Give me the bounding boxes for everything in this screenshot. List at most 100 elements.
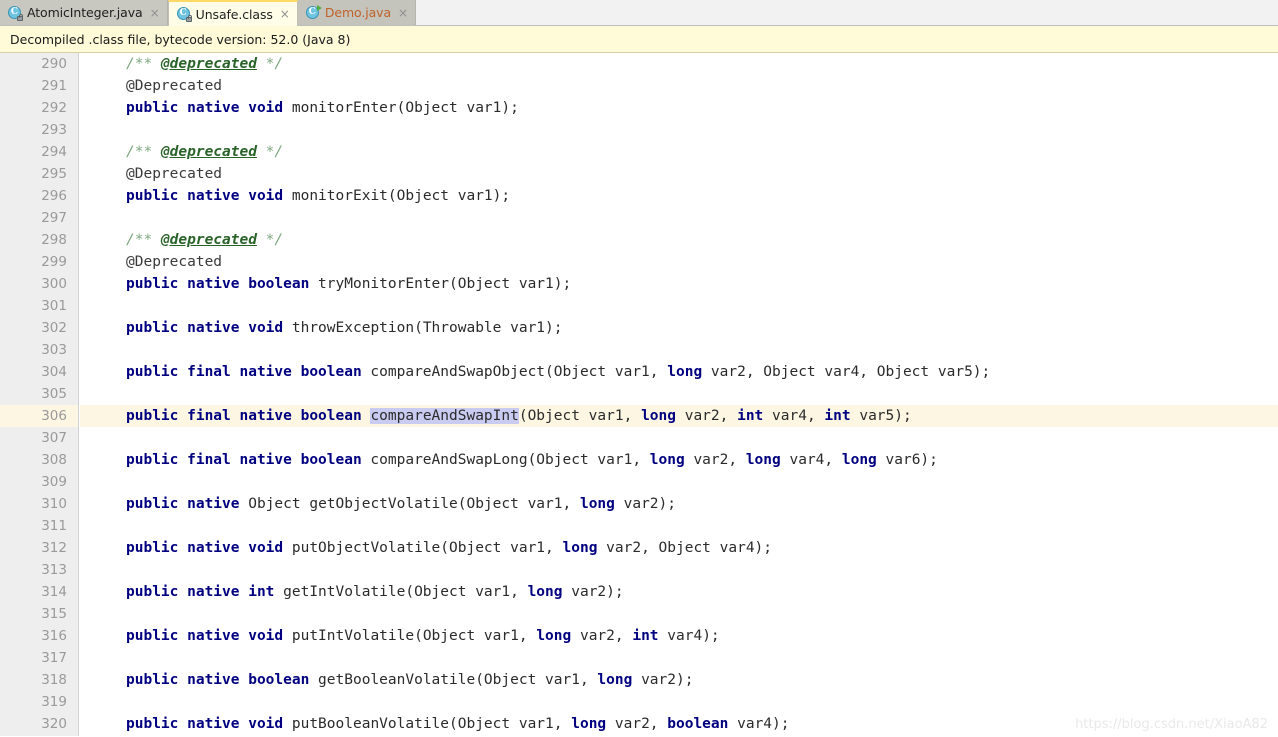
line-number[interactable]: 310 bbox=[0, 493, 78, 515]
code-token: var2, bbox=[684, 452, 746, 468]
code-token: int bbox=[824, 408, 851, 424]
code-line[interactable]: public native void putObjectVolatile(Obj… bbox=[80, 537, 1278, 559]
line-number[interactable]: 290 bbox=[0, 53, 78, 75]
line-number[interactable]: 305 bbox=[0, 383, 78, 405]
code-line[interactable] bbox=[80, 427, 1278, 449]
code-line[interactable]: public native void throwException(Throwa… bbox=[80, 317, 1278, 339]
code-line[interactable]: public native boolean getBooleanVolatile… bbox=[80, 669, 1278, 691]
code-token: @Deprecated bbox=[126, 78, 223, 94]
code-token: public native void bbox=[126, 716, 284, 732]
line-number[interactable]: 293 bbox=[0, 119, 78, 141]
code-line[interactable] bbox=[80, 295, 1278, 317]
line-number[interactable]: 294 bbox=[0, 141, 78, 163]
line-number[interactable]: 298 bbox=[0, 229, 78, 251]
code-line[interactable] bbox=[80, 515, 1278, 537]
line-number[interactable]: 292 bbox=[0, 97, 78, 119]
code-token: long bbox=[579, 496, 615, 512]
code-line[interactable]: public final native boolean compareAndSw… bbox=[80, 361, 1278, 383]
code-token: monitorEnter(Object var1); bbox=[283, 100, 519, 116]
code-area[interactable]: /** @deprecated */ @Deprecated public nati… bbox=[80, 53, 1278, 736]
line-number[interactable]: 301 bbox=[0, 295, 78, 317]
editor-tab-atomicinteger-java[interactable]: C AtomicInteger.java × bbox=[0, 0, 168, 25]
close-icon[interactable]: × bbox=[398, 7, 408, 19]
code-line[interactable]: /** @deprecated */ bbox=[80, 53, 1278, 75]
line-number[interactable]: 300 bbox=[0, 273, 78, 295]
code-line[interactable] bbox=[80, 383, 1278, 405]
code-line[interactable] bbox=[80, 471, 1278, 493]
code-token: */ bbox=[256, 232, 284, 248]
code-line[interactable]: public native void putBooleanVolatile(Ob… bbox=[80, 713, 1278, 735]
editor-tab-demo-java[interactable]: C Demo.java × bbox=[297, 0, 417, 25]
line-number[interactable]: 315 bbox=[0, 603, 78, 625]
line-number[interactable]: 312 bbox=[0, 537, 78, 559]
code-token: var2, Object var4); bbox=[597, 540, 773, 556]
code-line[interactable]: public final native boolean compareAndSw… bbox=[80, 449, 1278, 471]
line-number[interactable]: 309 bbox=[0, 471, 78, 493]
code-line[interactable] bbox=[80, 647, 1278, 669]
code-line[interactable]: public native Object getObjectVolatile(O… bbox=[80, 493, 1278, 515]
line-number[interactable]: 295 bbox=[0, 163, 78, 185]
code-token: var2); bbox=[614, 496, 676, 512]
code-token: var2, bbox=[675, 408, 738, 424]
code-line[interactable] bbox=[80, 207, 1278, 229]
line-number[interactable]: 303 bbox=[0, 339, 78, 361]
code-token: public native boolean bbox=[126, 276, 310, 292]
line-number[interactable]: 311 bbox=[0, 515, 78, 537]
code-line[interactable] bbox=[80, 339, 1278, 361]
line-number[interactable]: 299 bbox=[0, 251, 78, 273]
code-line[interactable]: /** @deprecated */ bbox=[80, 141, 1278, 163]
code-token: long bbox=[527, 584, 563, 600]
close-icon[interactable]: × bbox=[280, 8, 290, 20]
code-editor[interactable]: 290 291 292 293 294 295 296 297 298 299 300 301 302 3… bbox=[0, 53, 1278, 736]
code-line[interactable]: @Deprecated bbox=[80, 163, 1278, 185]
code-token: var2); bbox=[562, 584, 624, 600]
code-token: getBooleanVolatile(Object var1, bbox=[309, 672, 598, 688]
line-number-gutter[interactable]: 290 291 292 293 294 295 296 297 298 299 300 301 302 3… bbox=[0, 53, 79, 736]
code-line[interactable]: public native boolean tryMonitorEnter(Ob… bbox=[80, 273, 1278, 295]
code-line[interactable]: public final native boolean compareAndSw… bbox=[80, 405, 1278, 427]
code-token: @Deprecated bbox=[126, 254, 223, 270]
code-token: public final native boolean bbox=[126, 408, 362, 424]
code-token: var5); bbox=[850, 408, 912, 424]
line-number[interactable]: 320 bbox=[0, 713, 78, 735]
code-token: @deprecated bbox=[160, 56, 257, 72]
java-class-locked-icon: C bbox=[8, 5, 23, 21]
line-number[interactable]: 307 bbox=[0, 427, 78, 449]
line-number[interactable]: 302 bbox=[0, 317, 78, 339]
code-token: long bbox=[641, 408, 676, 424]
code-line[interactable] bbox=[80, 691, 1278, 713]
code-line[interactable]: /** @deprecated */ bbox=[80, 229, 1278, 251]
line-number[interactable]: 296 bbox=[0, 185, 78, 207]
line-number[interactable]: 308 bbox=[0, 449, 78, 471]
line-number[interactable]: 297 bbox=[0, 207, 78, 229]
line-number[interactable]: 318 bbox=[0, 669, 78, 691]
line-number[interactable]: 313 bbox=[0, 559, 78, 581]
code-line[interactable] bbox=[80, 603, 1278, 625]
line-number[interactable]: 304 bbox=[0, 361, 78, 383]
code-line[interactable]: @Deprecated bbox=[80, 75, 1278, 97]
editor-tab-unsafe-class[interactable]: C Unsafe.class × bbox=[167, 0, 298, 26]
code-token: var2, bbox=[606, 716, 668, 732]
code-line[interactable]: public native int getIntVolatile(Object … bbox=[80, 581, 1278, 603]
code-token: public native bbox=[126, 496, 240, 512]
line-number[interactable]: 291 bbox=[0, 75, 78, 97]
code-line[interactable]: public native void putIntVolatile(Object… bbox=[80, 625, 1278, 647]
line-number[interactable]: 317 bbox=[0, 647, 78, 669]
close-icon[interactable]: × bbox=[150, 7, 160, 19]
line-number[interactable]: 314 bbox=[0, 581, 78, 603]
line-number[interactable]: 306 bbox=[0, 405, 78, 427]
line-number[interactable]: 316 bbox=[0, 625, 78, 647]
code-line[interactable]: public native void monitorExit(Object va… bbox=[80, 185, 1278, 207]
code-line[interactable]: @Deprecated bbox=[80, 251, 1278, 273]
code-token: var2, Object var4, Object var5); bbox=[702, 364, 991, 380]
code-token: Object getObjectVolatile(Object var1, bbox=[239, 496, 580, 512]
code-token: long bbox=[536, 628, 572, 644]
code-token: long bbox=[597, 672, 633, 688]
code-line[interactable] bbox=[80, 559, 1278, 581]
code-line[interactable]: public native void monitorEnter(Object v… bbox=[80, 97, 1278, 119]
line-number[interactable]: 319 bbox=[0, 691, 78, 713]
lock-icon bbox=[17, 13, 23, 21]
code-line[interactable] bbox=[80, 119, 1278, 141]
code-token: public final native boolean bbox=[126, 452, 362, 468]
code-token: var2); bbox=[632, 672, 694, 688]
